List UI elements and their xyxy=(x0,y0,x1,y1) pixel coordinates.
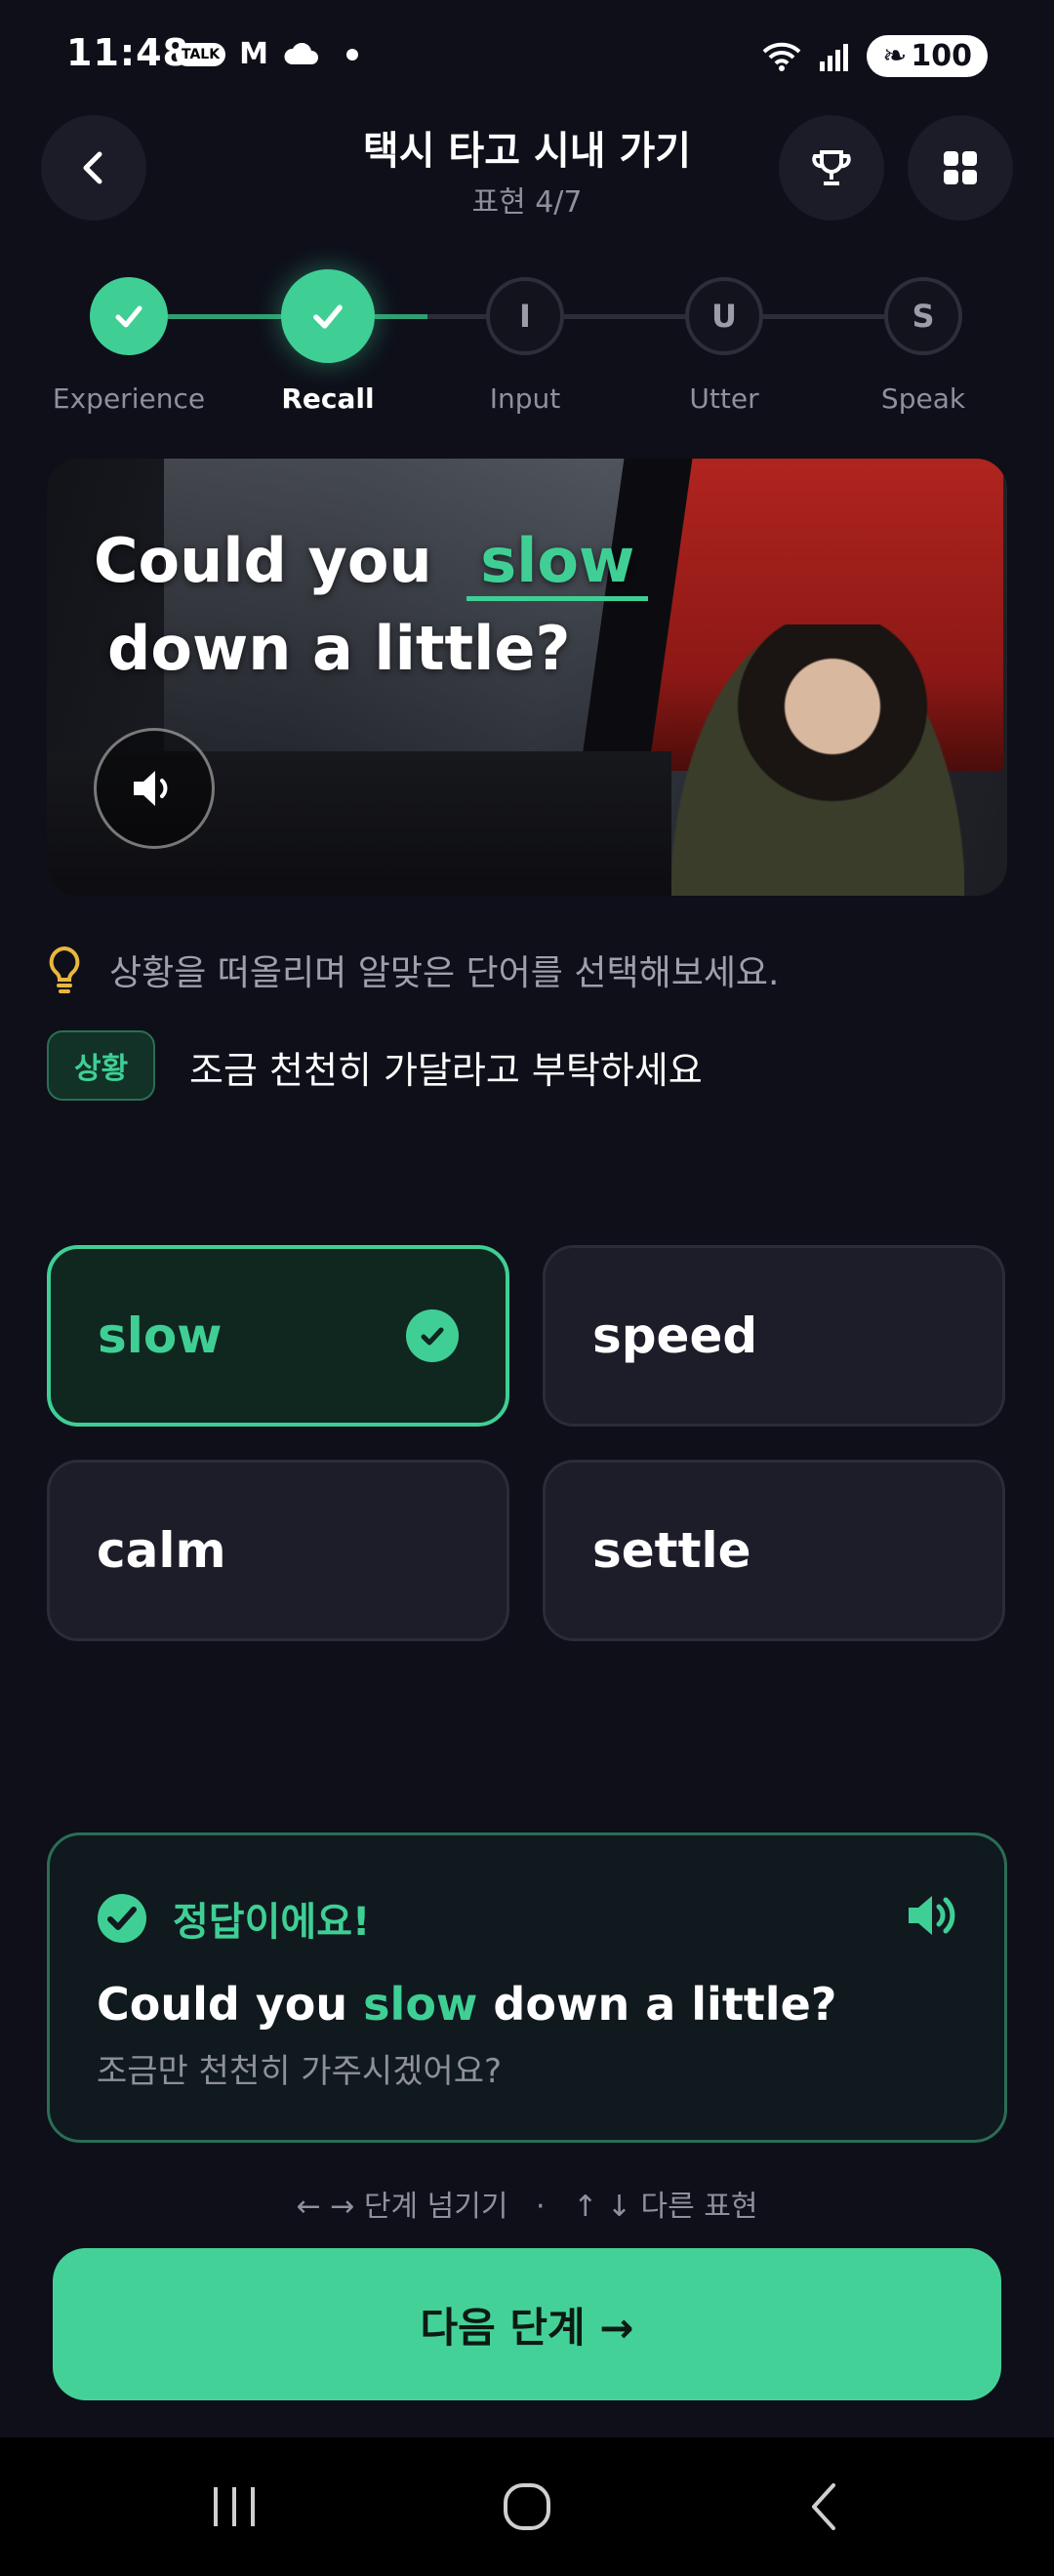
step-label-speak: Speak xyxy=(880,382,966,415)
feedback-audio-button[interactable] xyxy=(905,1892,957,1943)
speaker-icon xyxy=(134,771,168,806)
expression-progress: 표현 4/7 xyxy=(471,185,583,220)
cloze-line-1: Could you slow xyxy=(94,517,649,605)
check-circle-icon xyxy=(98,1894,146,1943)
page-title: 택시 타고 시내 가기 xyxy=(362,129,692,174)
step-speak[interactable]: S xyxy=(884,277,962,355)
sentence-after: down a little? xyxy=(107,613,571,684)
play-audio-button[interactable] xyxy=(94,728,215,849)
step-experience[interactable] xyxy=(90,277,168,355)
feedback-title-text: 정답이에요! xyxy=(173,1900,371,1945)
sentence-before: Could you xyxy=(94,525,432,596)
keyboard-shortcut-hint: ← → 단계 넘기기 · ↑ ↓ 다른 표현 xyxy=(296,2190,758,2224)
status-time: 11:48 xyxy=(66,31,189,74)
option-label: calm xyxy=(97,1522,226,1579)
step-input[interactable]: I xyxy=(486,277,564,355)
check-icon xyxy=(313,304,343,329)
system-navigation-bar xyxy=(0,2437,1054,2576)
step-label-input: Input xyxy=(489,382,561,415)
step-connector xyxy=(427,314,486,319)
next-step-button[interactable]: 다음 단계 → xyxy=(53,2248,1001,2400)
step-label-experience: Experience xyxy=(52,382,206,415)
feedback-sentence: Could you slow down a little? xyxy=(97,1978,836,2031)
step-connector xyxy=(763,314,884,319)
step-label-utter: Utter xyxy=(689,382,759,415)
answer-feedback-card: 정답이에요! Could you slow down a little? 조금만… xyxy=(47,1832,1007,2143)
notification-icons: TALK M xyxy=(176,37,358,71)
battery-indicator: ❧ 100 xyxy=(867,35,988,77)
signal-icon xyxy=(820,43,849,71)
option-speed[interactable]: speed xyxy=(543,1245,1005,1427)
trophy-icon xyxy=(812,150,851,185)
battery-leaf-icon: ❧ xyxy=(882,39,908,73)
scene-passenger xyxy=(671,624,964,896)
feedback-sentence-after: down a little? xyxy=(477,1978,837,2031)
feedback-sentence-before: Could you xyxy=(97,1978,364,2031)
wifi-icon xyxy=(762,42,801,71)
feedback-translation: 조금만 천천히 가주시겠어요? xyxy=(97,2052,503,2091)
gmail-icon: M xyxy=(239,37,268,71)
battery-level: 100 xyxy=(911,39,972,73)
talk-icon: TALK xyxy=(176,42,226,66)
cloud-icon xyxy=(284,42,318,64)
dot-icon xyxy=(345,48,358,60)
step-connector xyxy=(375,314,427,319)
home-icon xyxy=(504,2483,550,2530)
trophy-button[interactable] xyxy=(779,115,884,221)
option-slow[interactable]: slow xyxy=(47,1245,509,1427)
context-text: 조금 천천히 가달라고 부탁하세요 xyxy=(189,1049,703,1092)
feedback-answer-word: slow xyxy=(363,1978,478,2031)
step-label-recall: Recall xyxy=(281,382,375,415)
step-recall[interactable] xyxy=(281,269,375,363)
grid-icon xyxy=(944,151,977,184)
cloze-sentence: Could you slow down a little? xyxy=(94,517,649,693)
step-connector xyxy=(564,314,685,319)
option-calm[interactable]: calm xyxy=(47,1460,509,1641)
speaker-icon xyxy=(909,1896,955,1935)
lightbulb-icon xyxy=(49,946,80,993)
chevron-left-icon xyxy=(812,2483,835,2530)
recents-icon xyxy=(214,2487,255,2526)
step-utter[interactable]: U xyxy=(685,277,763,355)
system-back-button[interactable] xyxy=(755,2437,892,2576)
recents-button[interactable] xyxy=(166,2437,303,2576)
hint-text: 상황을 떠올리며 알맞은 단어를 선택해보세요. xyxy=(109,953,780,993)
check-circle-icon xyxy=(406,1309,459,1362)
option-label: settle xyxy=(592,1522,751,1579)
context-badge: 상황 xyxy=(47,1030,156,1101)
option-label: speed xyxy=(592,1308,758,1364)
option-settle[interactable]: settle xyxy=(543,1460,1005,1641)
menu-grid-button[interactable] xyxy=(908,115,1013,221)
check-icon xyxy=(115,305,142,328)
instruction-hint: 상황을 떠올리며 알맞은 단어를 선택해보세요. xyxy=(47,945,780,995)
feedback-title: 정답이에요! xyxy=(97,1890,370,1947)
filled-blank: slow xyxy=(466,525,649,601)
system-icons: ❧ 100 xyxy=(761,35,988,77)
option-label: slow xyxy=(98,1308,223,1364)
home-button[interactable] xyxy=(459,2437,595,2576)
